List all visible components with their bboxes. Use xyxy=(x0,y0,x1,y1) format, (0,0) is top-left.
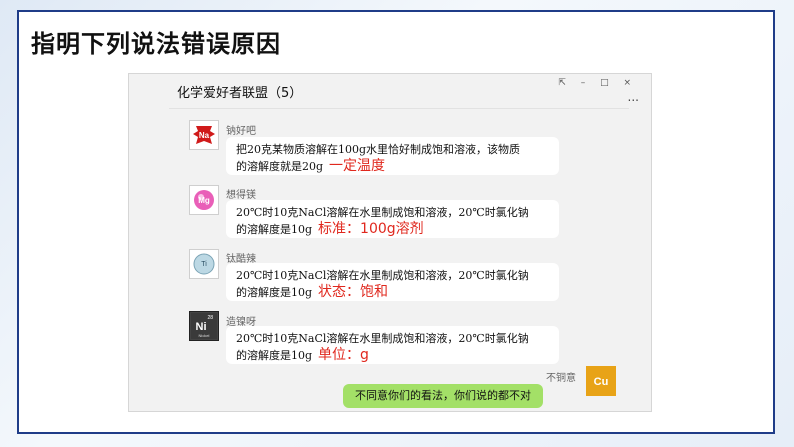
svg-text:28: 28 xyxy=(207,315,213,321)
message-line: 把20克某物质溶解在100g水里恰好制成饱和溶液，该物质 xyxy=(236,143,521,156)
message-line: 的溶解度是10g 标准：100g溶剂 xyxy=(236,221,549,238)
message-line: 的溶解度就是20g 一定温度 xyxy=(236,158,549,175)
message-bubble: 20℃时10克NaCl溶解在水里制成饱和溶液，20℃时氯化钠 的溶解度是10g 标… xyxy=(226,200,559,238)
copper-avatar-icon[interactable]: Cu xyxy=(586,366,616,396)
reply-bubble: 不同意你们的看法，你们说的都不对 xyxy=(343,384,543,408)
window-controls[interactable]: ⇱ – □ × xyxy=(558,78,637,88)
svg-text:Ni: Ni xyxy=(196,321,207,333)
titanium-avatar-icon[interactable]: Ti xyxy=(189,249,219,279)
message-line: 的溶解度是10g 状态：饱和 xyxy=(236,284,549,301)
message-bubble: 20℃时10克NaCl溶解在水里制成饱和溶液，20℃时氯化钠 的溶解度是10g 单… xyxy=(226,326,559,364)
chat-title: 化学爱好者联盟（5） xyxy=(177,86,303,101)
divider xyxy=(169,108,629,109)
slide: 指明下列说法错误原因 化学爱好者联盟（5） ⇱ – □ × ... Na 钠好吧… xyxy=(17,10,775,434)
more-options-icon[interactable]: ... xyxy=(628,90,639,104)
sender-name: 想得镁 xyxy=(226,190,256,201)
message-line-text: 的溶解度是10g xyxy=(236,286,313,299)
svg-text:Mg: Mg xyxy=(198,196,210,205)
page-title: 指明下列说法错误原因 xyxy=(31,30,281,58)
message-line: 20℃时10克NaCl溶解在水里制成饱和溶液，20℃时氯化钠 xyxy=(236,206,529,219)
svg-text:Ti: Ti xyxy=(201,261,207,268)
message-line-text: 的溶解度是10g xyxy=(236,223,313,236)
magnesium-avatar-icon[interactable]: Mg xyxy=(189,185,219,215)
sender-name: 不铜意 xyxy=(546,373,576,384)
message-line-text: 的溶解度是10g xyxy=(236,349,313,362)
message-line: 20℃时10克NaCl溶解在水里制成饱和溶液，20℃时氯化钠 xyxy=(236,269,529,282)
message-bubble: 20℃时10克NaCl溶解在水里制成饱和溶液，20℃时氯化钠 的溶解度是10g 状… xyxy=(226,263,559,301)
annotation: 状态：饱和 xyxy=(318,284,389,300)
message-line: 的溶解度是10g 单位：g xyxy=(236,347,549,364)
nickel-avatar-icon[interactable]: 28 Ni Nickel xyxy=(189,311,219,341)
annotation: 一定温度 xyxy=(329,158,386,174)
svg-text:Na: Na xyxy=(199,131,210,140)
svg-text:Nickel: Nickel xyxy=(199,333,210,338)
chat-window: 化学爱好者联盟（5） ⇱ – □ × ... Na 钠好吧 把20克某物质溶解在… xyxy=(128,73,652,412)
annotation: 单位：g xyxy=(318,347,369,363)
message-line: 20℃时10克NaCl溶解在水里制成饱和溶液，20℃时氯化钠 xyxy=(236,332,529,345)
svg-text:Cu: Cu xyxy=(594,376,609,388)
message-line-text: 的溶解度就是20g xyxy=(236,160,324,173)
message-bubble: 把20克某物质溶解在100g水里恰好制成饱和溶液，该物质 的溶解度就是20g 一定… xyxy=(226,137,559,175)
sodium-avatar-icon[interactable]: Na xyxy=(189,120,219,150)
sender-name: 钠好吧 xyxy=(226,126,256,137)
annotation: 标准：100g溶剂 xyxy=(318,221,424,237)
